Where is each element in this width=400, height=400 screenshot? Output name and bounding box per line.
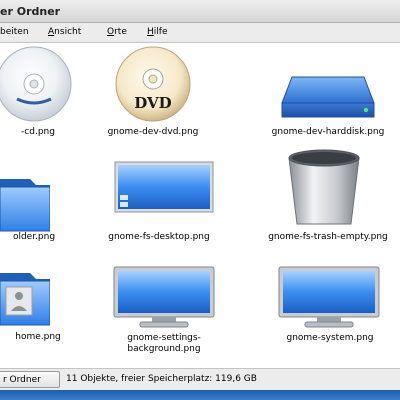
folder-icon — [0, 179, 50, 232]
location-dropdown[interactable]: r Ordner — [0, 371, 60, 388]
harddisk-icon — [281, 76, 375, 118]
dvd-disc-text: DVD — [134, 94, 171, 112]
desktop-background — [0, 390, 400, 400]
file-item[interactable]: gnome-fs-trash-empty.png — [265, 148, 395, 261]
file-name: older.png — [12, 232, 56, 242]
window-title: er Ordner — [0, 5, 61, 18]
file-item[interactable]: -cd.png — [0, 43, 83, 143]
menu-places[interactable]: Orte — [107, 27, 127, 37]
file-name: gnome-fs-trash-empty.png — [268, 232, 388, 242]
home-folder-icon — [0, 273, 50, 326]
status-bar: r Ordner 11 Objekte, freier Speicherplat… — [0, 368, 400, 390]
menu-help[interactable]: Hilfe — [147, 27, 168, 37]
desktop-icon — [114, 161, 214, 213]
file-item[interactable]: home.png — [0, 265, 83, 365]
file-name: gnome-fs-desktop.png — [108, 232, 210, 242]
menu-bar: beiten Ansicht Orte Hilfe — [0, 23, 400, 43]
monitor-background-icon — [113, 266, 215, 328]
dvd-disc-icon: DVD — [115, 46, 191, 122]
file-name: gnome-dev-dvd.png — [107, 127, 199, 137]
location-label: r Ordner — [3, 375, 41, 385]
trash-icon — [288, 149, 360, 225]
file-item[interactable]: older.png — [0, 161, 83, 261]
file-name-line-2: background.png — [127, 344, 201, 354]
status-info: 11 Objekte, freier Speicherplatz: 119,6 … — [66, 374, 257, 384]
menu-edit[interactable]: beiten — [0, 27, 29, 37]
monitor-icon — [278, 266, 380, 328]
file-item[interactable]: DVD gnome-dev-dvd.png — [100, 43, 230, 143]
file-item[interactable]: gnome-fs-desktop.png — [100, 161, 230, 261]
menu-view[interactable]: Ansicht — [48, 27, 81, 37]
file-item[interactable]: gnome-dev-harddisk.png — [265, 43, 395, 143]
file-name: gnome-system.png — [286, 333, 374, 343]
title-bar: er Ordner — [0, 0, 400, 23]
file-name: gnome-dev-harddisk.png — [271, 127, 385, 137]
file-item[interactable]: gnome-settings- background.png — [100, 265, 230, 368]
file-name-line-1: gnome-settings- — [127, 333, 201, 343]
file-name: home.png — [15, 332, 61, 342]
file-item[interactable]: gnome-system.png — [265, 265, 395, 365]
cd-disc-icon — [0, 46, 72, 122]
icon-view[interactable]: -cd.png DVD gnome-dev-dvd.png gnome-dev-… — [0, 43, 400, 368]
